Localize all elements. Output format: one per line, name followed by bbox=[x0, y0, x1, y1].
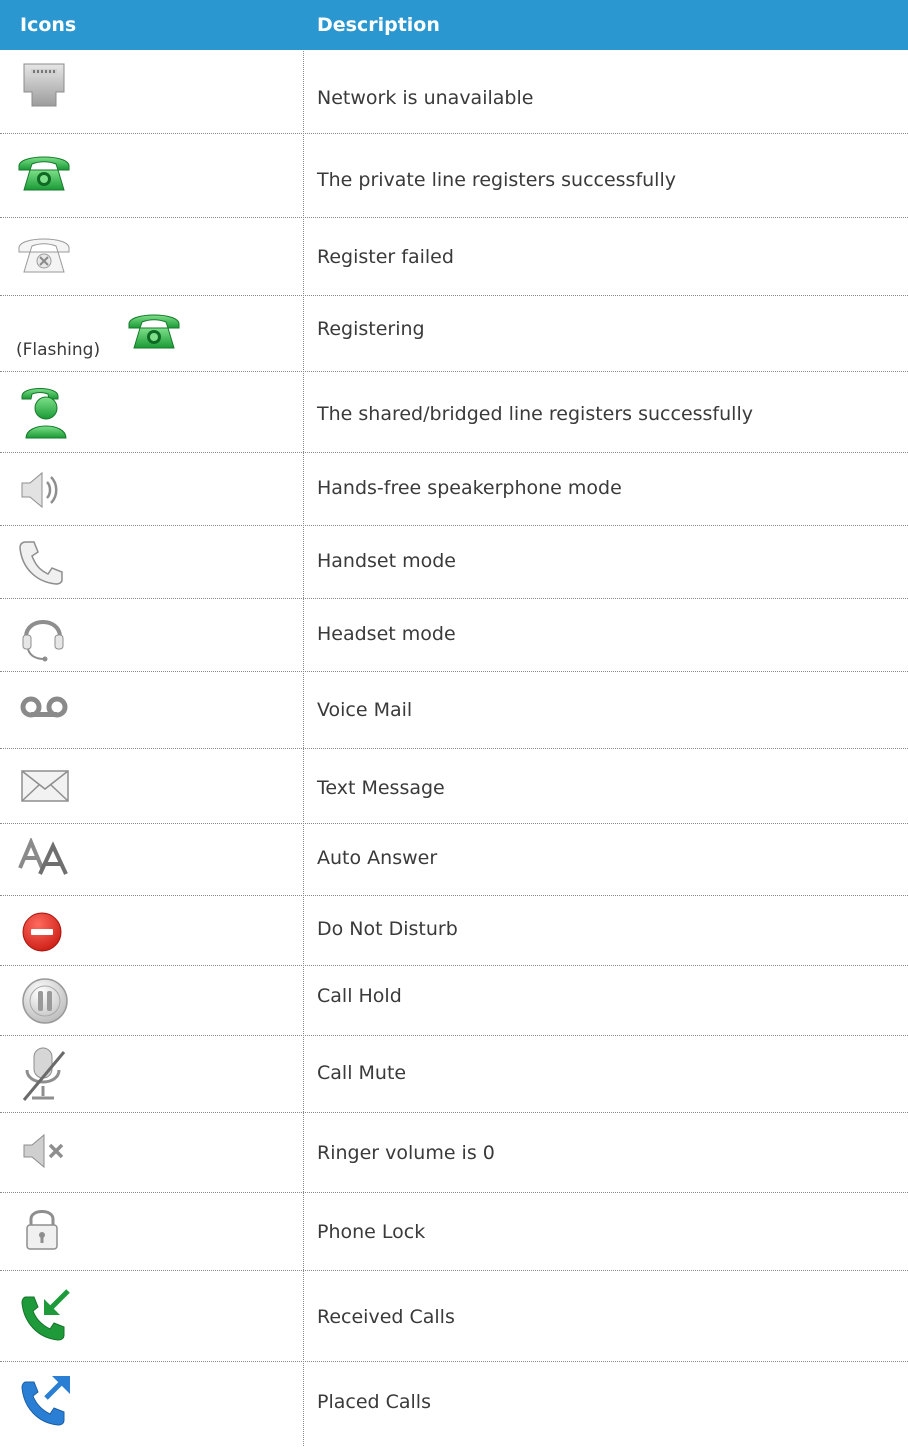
table-header: Icons Description bbox=[0, 0, 908, 50]
row-description: Call Hold bbox=[317, 985, 402, 1007]
table-row: Received Calls bbox=[0, 1271, 908, 1362]
table-row: (Flashing) Registering bbox=[0, 296, 908, 372]
table-row: Auto Answer bbox=[0, 824, 908, 896]
row-description: Received Calls bbox=[317, 1306, 455, 1328]
green-phone-icon bbox=[126, 308, 182, 356]
network-port-icon bbox=[22, 62, 66, 114]
row-description: Placed Calls bbox=[317, 1391, 431, 1413]
speaker-icon bbox=[18, 467, 64, 517]
row-description: Voice Mail bbox=[317, 699, 413, 721]
row-description: Network is unavailable bbox=[317, 87, 534, 109]
row-description: The private line registers successfully bbox=[317, 169, 676, 191]
placed-call-icon bbox=[18, 1372, 74, 1432]
table-row: The shared/bridged line registers succes… bbox=[0, 372, 908, 453]
row-description: Auto Answer bbox=[317, 847, 438, 869]
handset-icon bbox=[18, 538, 66, 590]
table-row: Call Hold bbox=[0, 966, 908, 1036]
row-description: Phone Lock bbox=[317, 1221, 426, 1243]
header-description: Description bbox=[317, 14, 440, 36]
green-phone-icon bbox=[16, 150, 72, 198]
row-description: Call Mute bbox=[317, 1062, 407, 1084]
row-description: Handset mode bbox=[317, 550, 456, 572]
table-row: Placed Calls bbox=[0, 1362, 908, 1452]
speaker-muted-icon bbox=[22, 1133, 68, 1173]
muted-mic-icon bbox=[18, 1044, 68, 1108]
table-row: Call Mute bbox=[0, 1036, 908, 1113]
table-row: Handset mode bbox=[0, 526, 908, 599]
table-row: Network is unavailable bbox=[0, 50, 908, 134]
row-description: Ringer volume is 0 bbox=[317, 1142, 495, 1164]
row-description: Do Not Disturb bbox=[317, 918, 458, 940]
table-row: Ringer volume is 0 bbox=[0, 1113, 908, 1193]
row-description: Hands-free speakerphone mode bbox=[317, 477, 622, 499]
row-description: The shared/bridged line registers succes… bbox=[317, 403, 753, 425]
table-row: Phone Lock bbox=[0, 1193, 908, 1271]
flashing-label: (Flashing) bbox=[16, 340, 101, 360]
row-description: Register failed bbox=[317, 246, 454, 268]
table-row: Headset mode bbox=[0, 599, 908, 672]
received-call-icon bbox=[18, 1287, 74, 1347]
table-row: The private line registers successfully bbox=[0, 134, 908, 218]
voicemail-icon bbox=[20, 696, 68, 722]
failed-phone-icon bbox=[16, 232, 72, 280]
icon-table: Icons Description Network is unavailable… bbox=[0, 0, 908, 1452]
padlock-icon bbox=[22, 1205, 62, 1257]
shared-line-icon bbox=[16, 382, 74, 444]
header-icons: Icons bbox=[20, 14, 77, 36]
row-description: Registering bbox=[317, 318, 425, 340]
do-not-disturb-icon bbox=[20, 910, 64, 958]
row-description: Headset mode bbox=[317, 623, 456, 645]
envelope-icon bbox=[20, 769, 70, 807]
table-row: Text Message bbox=[0, 749, 908, 824]
auto-answer-icon bbox=[18, 836, 78, 882]
table-row: Hands-free speakerphone mode bbox=[0, 453, 908, 526]
row-description: Text Message bbox=[317, 777, 445, 799]
headset-icon bbox=[20, 607, 66, 667]
table-row: Do Not Disturb bbox=[0, 896, 908, 966]
table-row: Voice Mail bbox=[0, 672, 908, 749]
pause-icon bbox=[20, 976, 70, 1030]
table-row: Register failed bbox=[0, 218, 908, 296]
